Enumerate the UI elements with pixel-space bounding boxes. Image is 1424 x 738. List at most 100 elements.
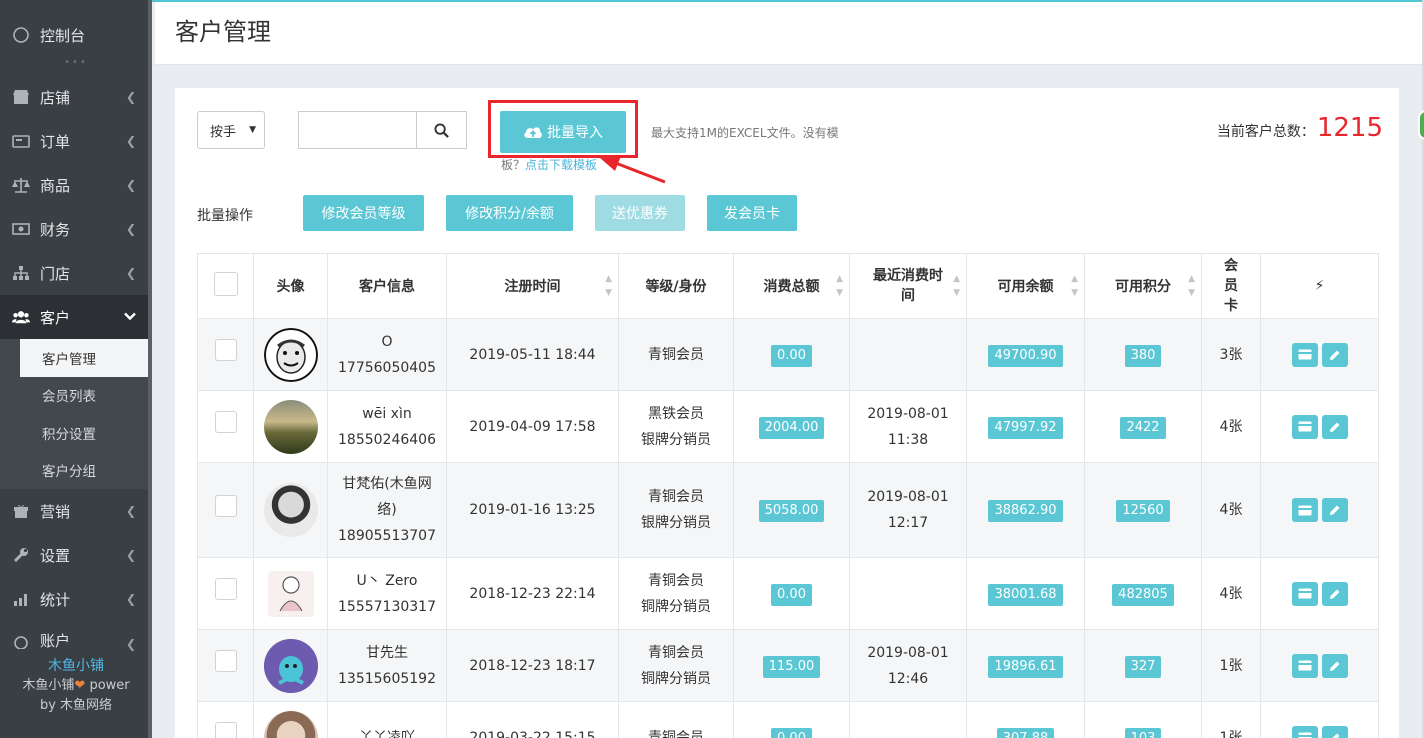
card-button[interactable] (1291, 725, 1318, 738)
footer-power-suffix: power (89, 678, 130, 693)
edit-button[interactable] (1321, 498, 1348, 522)
edit-points-balance-button[interactable]: 修改积分/余额 (446, 195, 573, 231)
points-cell: 103 (1084, 701, 1202, 738)
last-spend-cell (849, 318, 967, 391)
member-level: 青铜会员 (648, 489, 704, 505)
page-title: 客户管理 (175, 18, 271, 46)
avatar[interactable] (263, 399, 318, 454)
edit-button[interactable] (1321, 725, 1348, 738)
row-checkbox[interactable] (214, 494, 237, 517)
order-icon (12, 132, 30, 150)
header-spend[interactable]: 消费总额 ▲ ▼ (733, 253, 850, 319)
header-last-spend[interactable]: 最近消费时间 ▲ ▼ (849, 253, 967, 319)
member-level: 青铜会员 (648, 346, 704, 363)
nav-settings[interactable]: 设置 ❮ (0, 533, 152, 577)
nav-stats[interactable]: 统计 ❮ (0, 577, 152, 621)
table-row: U丶 Zero 15557130317 2018-12-23 22:14 青铜会员… (197, 557, 1379, 630)
branch-icon (12, 264, 30, 282)
nav-customers[interactable]: 客户 (0, 295, 152, 339)
search-button[interactable] (416, 111, 467, 149)
points-badge: 380 (1124, 344, 1162, 367)
avatar-cell (253, 390, 328, 463)
card-button[interactable] (1291, 653, 1318, 678)
last-spend-cell: 2019-08-01 12:46 (849, 629, 967, 702)
reg-time-cell: 2018-12-23 18:17 (446, 629, 619, 702)
submenu-customer-groups[interactable]: 客户分组 (0, 452, 152, 490)
main-panel: 按手 ▼ 批量导入 最大支持1M的EXCEL文件。没有模 板？点击下载模板 当前… (175, 88, 1399, 738)
nav-account[interactable]: 账户 ❮ (0, 621, 152, 651)
points-cell: 482805 (1084, 557, 1202, 630)
header-spend-label: 消费总额 (763, 279, 820, 295)
footer-brand[interactable]: 木鱼小铺 (0, 656, 152, 676)
import-hint-2: 板？点击下载模板 (501, 156, 597, 173)
avatar[interactable] (267, 570, 314, 617)
table-row: 丫丫凌吖 2019-03-22 15:15 青铜会员 0.00 307.88 1… (197, 701, 1379, 738)
header-card: 会员卡 (1201, 253, 1261, 319)
floating-widget[interactable] (1418, 110, 1424, 140)
download-template-link[interactable]: 点击下载模板 (525, 158, 597, 172)
edit-member-level-button[interactable]: 修改会员等级 (303, 195, 424, 231)
nav-label: 统计 (40, 590, 71, 609)
card-cell: 4张 (1201, 462, 1261, 558)
sidebar-scrollbar[interactable] (148, 0, 152, 738)
info-cell: O 17756050405 (327, 318, 447, 391)
header-reg-time[interactable]: 注册时间 ▲ ▼ (446, 253, 619, 319)
header-card-label: 会员卡 (1224, 258, 1238, 314)
batch-import-button[interactable]: 批量导入 (500, 111, 626, 153)
card-button[interactable] (1291, 498, 1318, 522)
nav-dashboard[interactable]: 控制台 (0, 13, 152, 57)
edit-button[interactable] (1321, 414, 1348, 439)
row-checkbox[interactable] (214, 411, 237, 433)
points-badge: 12560 (1116, 500, 1170, 522)
edit-button[interactable] (1321, 342, 1348, 367)
credit-card-icon (1298, 421, 1311, 432)
nav-orders[interactable]: 订单 ❮ (0, 119, 152, 163)
avatar[interactable] (263, 483, 318, 537)
credit-card-icon (1298, 732, 1311, 738)
nav-branch[interactable]: 门店 ❮ (0, 251, 152, 295)
member-level: 青铜会员 (648, 572, 704, 589)
chevron-left-icon: ❮ (125, 637, 136, 651)
send-coupon-button[interactable]: 送优惠券 (595, 195, 685, 231)
balance-cell: 38001.68 (966, 557, 1085, 630)
edit-button[interactable] (1321, 581, 1348, 606)
pencil-icon (1329, 350, 1339, 360)
submenu-member-list[interactable]: 会员列表 (0, 377, 152, 415)
search-type-select[interactable]: 按手 ▼ (197, 111, 265, 149)
submenu-points-settings[interactable]: 积分设置 (0, 414, 152, 452)
row-checkbox[interactable] (214, 650, 237, 672)
card-cell: 4张 (1201, 390, 1261, 463)
last-spend-date: 2019-08-01 (867, 644, 949, 661)
avatar[interactable] (263, 638, 318, 693)
distributor-level: 银牌分销员 (641, 431, 711, 448)
reg-time-cell: 2019-03-22 15:15 (446, 701, 619, 738)
header-points[interactable]: 可用积分 ▲ ▼ (1084, 253, 1202, 319)
card-button[interactable] (1291, 414, 1318, 439)
nav-marketing[interactable]: 营销 ❮ (0, 489, 152, 533)
spend-badge: 0.00 (771, 583, 812, 606)
select-all-checkbox[interactable] (213, 272, 238, 296)
search-input[interactable] (298, 111, 417, 149)
store-icon (12, 88, 30, 106)
header-balance[interactable]: 可用余额 ▲ ▼ (966, 253, 1085, 319)
issue-member-card-button[interactable]: 发会员卡 (707, 195, 797, 231)
edit-button[interactable] (1321, 653, 1348, 678)
submenu-customer-management[interactable]: 客户管理 (20, 339, 152, 377)
customer-name: 甘梵佑(木鱼网 (342, 476, 432, 492)
caret-down-icon: ▼ (249, 125, 256, 135)
sidebar-footer: 木鱼小铺 木鱼小铺❤ power by 木鱼网络 (0, 652, 152, 738)
card-button[interactable] (1291, 342, 1318, 367)
card-button[interactable] (1291, 581, 1318, 606)
customer-phone: 13515605192 (338, 670, 436, 687)
row-checkbox-cell (197, 701, 254, 738)
spend-cell: 0.00 (733, 318, 850, 391)
row-checkbox[interactable] (214, 578, 237, 600)
row-checkbox[interactable] (214, 722, 237, 738)
nav-finance[interactable]: 财务 ❮ (0, 207, 152, 251)
nav-goods[interactable]: 商品 ❮ (0, 163, 152, 207)
avatar[interactable] (263, 327, 318, 382)
row-checkbox[interactable] (214, 339, 237, 361)
avatar[interactable] (263, 710, 318, 738)
import-hint-2-prefix: 板？ (501, 158, 526, 172)
nav-store[interactable]: 店铺 ❮ (0, 75, 152, 119)
